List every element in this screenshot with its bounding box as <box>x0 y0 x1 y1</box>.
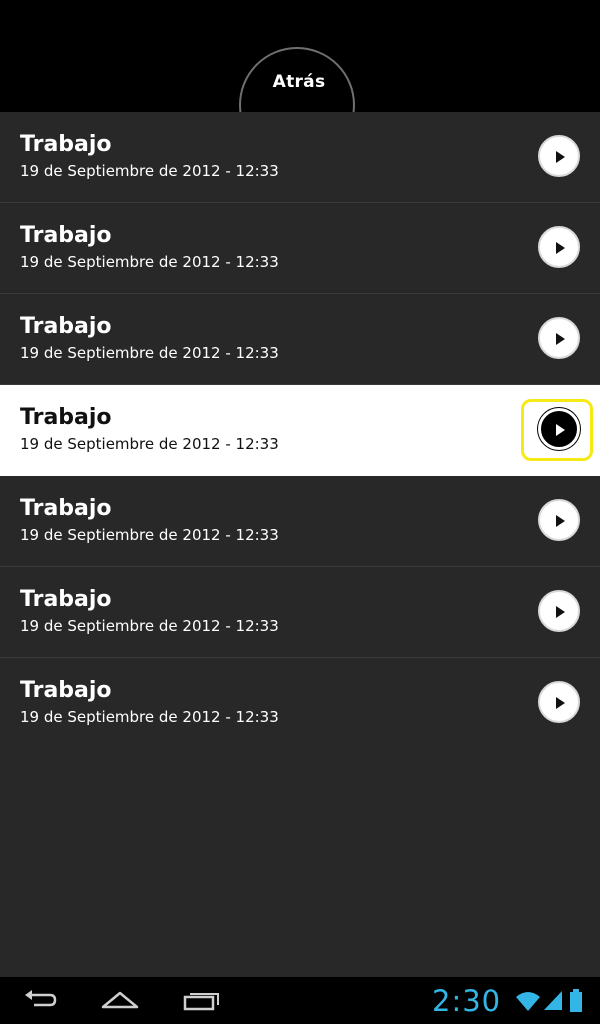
list-item[interactable]: Trabajo 19 de Septiembre de 2012 - 12:33 <box>0 112 600 203</box>
signal-icon <box>544 991 562 1010</box>
item-title: Trabajo <box>20 223 112 248</box>
play-button[interactable] <box>538 590 580 632</box>
item-date: 19 de Septiembre de 2012 - 12:33 <box>20 708 279 726</box>
play-button[interactable] <box>538 681 580 723</box>
back-icon[interactable] <box>22 987 58 1013</box>
item-date: 19 de Septiembre de 2012 - 12:33 <box>20 617 279 635</box>
item-date: 19 de Septiembre de 2012 - 12:33 <box>20 344 279 362</box>
list-item-selected[interactable]: Trabajo 19 de Septiembre de 2012 - 12:33 <box>0 385 600 476</box>
play-icon <box>556 242 565 254</box>
item-title: Trabajo <box>20 496 112 521</box>
list-item[interactable]: Trabajo 19 de Septiembre de 2012 - 12:33 <box>0 476 600 567</box>
play-icon <box>556 151 565 163</box>
screen: Atrás Trabajo 19 de Septiembre de 2012 -… <box>0 0 600 1024</box>
item-title: Trabajo <box>20 132 112 157</box>
list-item[interactable]: Trabajo 19 de Septiembre de 2012 - 12:33 <box>0 203 600 294</box>
home-icon[interactable] <box>100 987 140 1013</box>
play-button[interactable] <box>538 317 580 359</box>
header-bar: Atrás <box>0 0 600 163</box>
list-item[interactable]: Trabajo 19 de Septiembre de 2012 - 12:33 <box>0 294 600 385</box>
battery-icon <box>570 989 582 1012</box>
item-title: Trabajo <box>20 405 112 430</box>
item-date: 19 de Septiembre de 2012 - 12:33 <box>20 435 279 453</box>
play-button[interactable] <box>538 499 580 541</box>
play-button[interactable] <box>538 226 580 268</box>
recent-apps-icon[interactable] <box>182 987 222 1013</box>
item-title: Trabajo <box>20 314 112 339</box>
list-item[interactable]: Trabajo 19 de Septiembre de 2012 - 12:33 <box>0 567 600 658</box>
play-icon <box>556 515 565 527</box>
play-icon <box>556 697 565 709</box>
item-title: Trabajo <box>20 587 112 612</box>
system-navigation-bar: 2:30 <box>0 977 600 1024</box>
back-button[interactable]: Atrás <box>239 72 359 92</box>
play-icon <box>556 606 565 618</box>
wifi-icon <box>516 992 540 1011</box>
play-icon <box>556 424 565 436</box>
recordings-list: Trabajo 19 de Septiembre de 2012 - 12:33… <box>0 112 600 977</box>
list-item[interactable]: Trabajo 19 de Septiembre de 2012 - 12:33 <box>0 658 600 748</box>
play-button[interactable] <box>538 408 580 450</box>
play-button[interactable] <box>538 135 580 177</box>
clock: 2:30 <box>432 984 502 1018</box>
item-date: 19 de Septiembre de 2012 - 12:33 <box>20 526 279 544</box>
item-date: 19 de Septiembre de 2012 - 12:33 <box>20 253 279 271</box>
item-title: Trabajo <box>20 678 112 703</box>
item-date: 19 de Septiembre de 2012 - 12:33 <box>20 162 279 180</box>
play-icon <box>556 333 565 345</box>
